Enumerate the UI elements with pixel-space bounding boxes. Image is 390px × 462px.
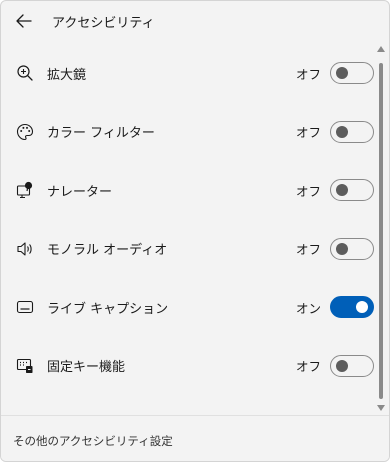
footer: その他のアクセシビリティ設定	[1, 415, 389, 461]
speaker-icon	[15, 239, 35, 259]
setting-state: オフ	[295, 125, 321, 141]
back-button[interactable]	[11, 9, 37, 33]
setting-row-magnifier: 拡大鏡 オフ	[1, 44, 377, 103]
magnifier-icon	[15, 63, 35, 83]
toggle-knob	[336, 67, 348, 80]
sticky-keys-toggle[interactable]	[330, 354, 374, 377]
scroll-up-arrow-icon[interactable]	[377, 45, 385, 53]
setting-state: オフ	[295, 242, 321, 258]
toggle-knob	[336, 184, 348, 197]
header: アクセシビリティ	[1, 1, 389, 41]
setting-label: カラー フィルター	[47, 126, 155, 142]
setting-state: オフ	[295, 66, 321, 82]
more-accessibility-settings-link[interactable]: その他のアクセシビリティ設定	[13, 433, 173, 449]
setting-state: オフ	[295, 359, 321, 375]
page-title: アクセシビリティ	[52, 16, 155, 31]
setting-label: ナレーター	[47, 184, 113, 200]
live-captions-toggle[interactable]	[330, 296, 374, 319]
setting-row-color-filter: カラー フィルター オフ	[1, 103, 377, 162]
scroll-down-arrow-icon[interactable]	[377, 404, 385, 412]
setting-row-narrator: ナレーター オフ	[1, 161, 377, 220]
toggle-knob	[336, 125, 348, 138]
narrator-toggle[interactable]	[330, 179, 374, 202]
palette-icon	[15, 122, 35, 142]
setting-row-sticky-keys: 固定キー機能 オフ	[1, 337, 377, 396]
setting-label: モノラル オーディオ	[47, 243, 168, 259]
magnifier-toggle[interactable]	[330, 62, 374, 85]
setting-state: オン	[295, 300, 321, 316]
toggle-knob	[336, 242, 348, 255]
color-filter-toggle[interactable]	[330, 120, 374, 143]
toggle-knob	[356, 301, 368, 314]
setting-label: ライブ キャプション	[47, 301, 169, 317]
captions-icon	[15, 297, 35, 317]
setting-label: 固定キー機能	[47, 360, 126, 376]
scrollbar[interactable]	[376, 45, 386, 412]
arrow-left-icon	[16, 14, 32, 28]
setting-state: オフ	[295, 183, 321, 199]
toggle-knob	[336, 359, 348, 372]
keyboard-icon	[15, 356, 35, 376]
setting-row-mono-audio: モノラル オーディオ オフ	[1, 220, 377, 279]
setting-row-live-captions: ライブ キャプション オン	[1, 278, 377, 337]
scrollbar-thumb[interactable]	[379, 63, 383, 399]
settings-list: 拡大鏡 オフ カラー フィルター オフ ナレーター オフ モノラル オーディオ …	[1, 44, 377, 395]
mono-audio-toggle[interactable]	[330, 237, 374, 260]
accessibility-flyout: アクセシビリティ 拡大鏡 オフ カラー フィルター オフ ナレーター オフ モノ…	[0, 0, 390, 462]
narrator-icon	[15, 180, 35, 200]
setting-label: 拡大鏡	[47, 67, 87, 83]
